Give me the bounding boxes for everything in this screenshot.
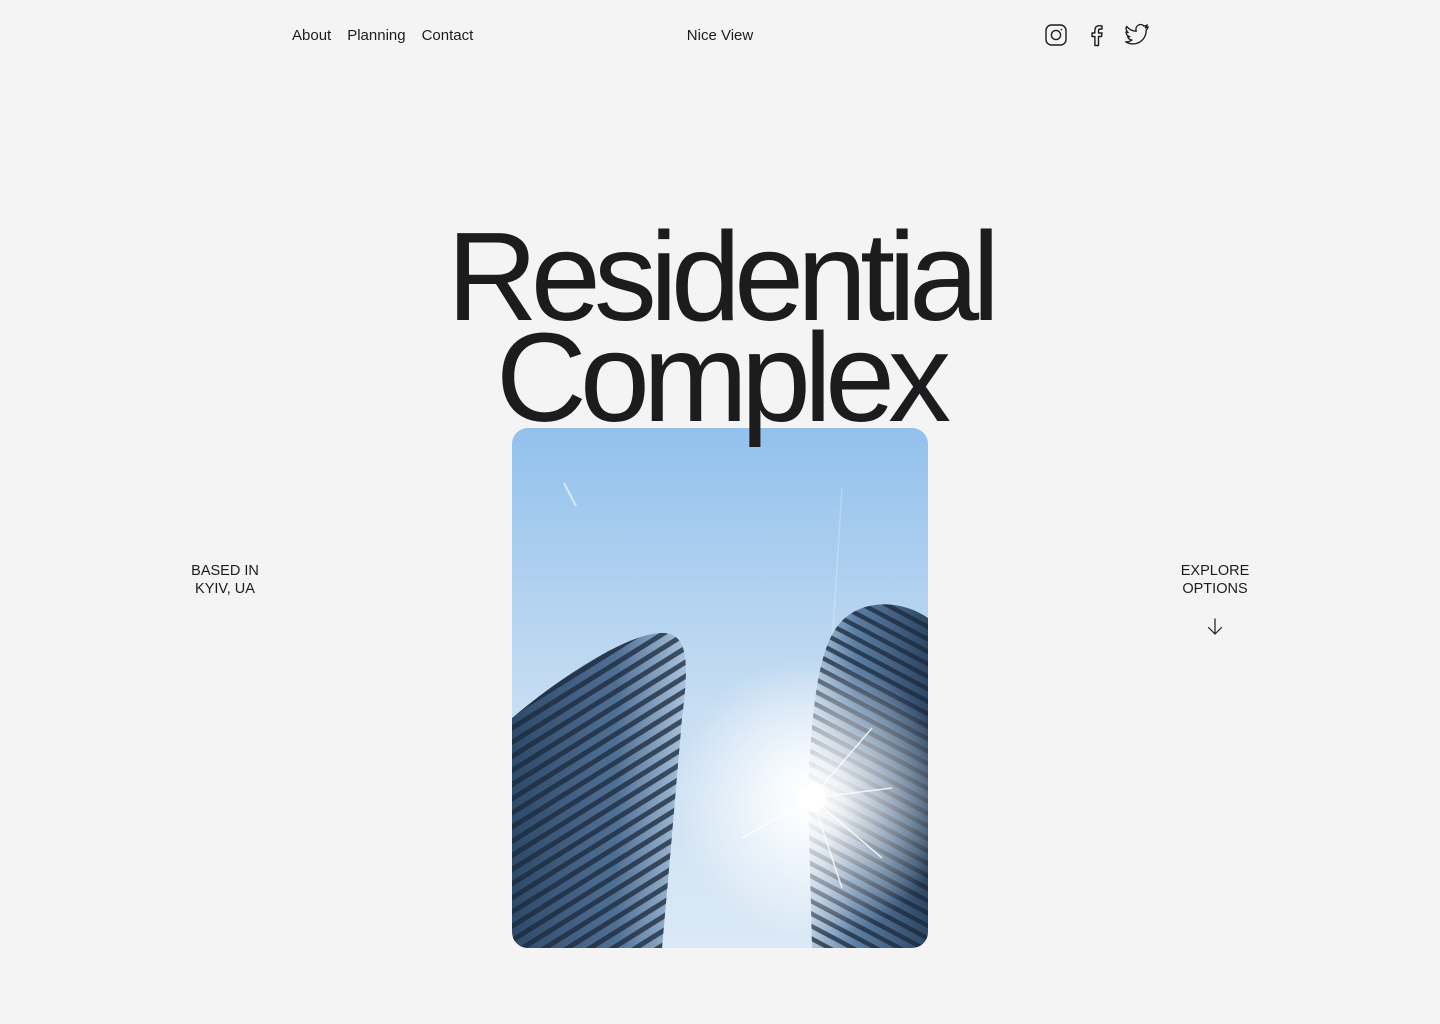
hero-image: [512, 428, 928, 948]
hero-title-line2: Complex: [495, 307, 951, 448]
twitter-icon[interactable]: [1125, 22, 1150, 48]
hero-title: Residential Complex: [0, 214, 1440, 448]
instagram-icon[interactable]: [1043, 22, 1068, 48]
nav-contact-link[interactable]: Contact: [422, 25, 474, 47]
brand-name[interactable]: Nice View: [687, 27, 753, 44]
main-nav: About Planning Contact: [292, 25, 473, 47]
social-links: [1043, 22, 1150, 48]
arrow-down-icon[interactable]: [1205, 617, 1225, 637]
explore-line2: OPTIONS: [1182, 581, 1248, 597]
explore-options[interactable]: EXPLORE OPTIONS: [1162, 562, 1268, 598]
nav-planning-link[interactable]: Planning: [347, 25, 405, 47]
facebook-icon[interactable]: [1084, 22, 1109, 48]
landing-page: About Planning Contact Nice View Residen…: [0, 0, 1440, 1024]
location-line1: BASED IN: [191, 563, 259, 579]
nav-about-link[interactable]: About: [292, 25, 331, 47]
brand: Nice View: [0, 25, 1440, 47]
location-caption: BASED IN KYIV, UA: [172, 562, 278, 598]
location-line2: KYIV, UA: [195, 581, 255, 597]
explore-line1: EXPLORE: [1180, 563, 1250, 579]
